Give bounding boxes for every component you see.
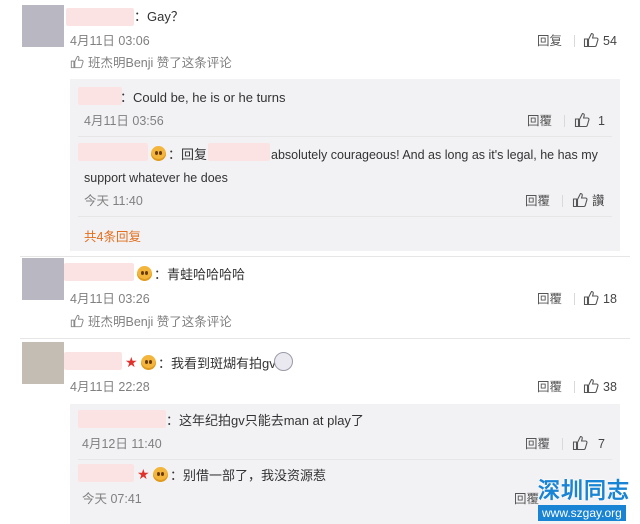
redacted-username[interactable] <box>78 143 148 161</box>
like-count: 38 <box>603 380 617 394</box>
member-star-icon: ★ <box>125 354 138 370</box>
comment-text: ：青蛙哈哈哈哈 <box>154 267 246 282</box>
comment-text: ：我看到斑煳有拍gv <box>158 356 276 371</box>
emoji-icon <box>137 266 152 281</box>
like-count: 7 <box>598 437 605 451</box>
reply-text: ：Could be, he is or he turns <box>120 90 286 105</box>
thumbs-up-icon <box>70 55 84 69</box>
avatar[interactable] <box>22 258 64 300</box>
redacted-mention[interactable] <box>208 143 270 161</box>
member-star-icon: ★ <box>137 466 150 482</box>
comment-time: 4月11日 03:06 <box>70 34 150 48</box>
more-replies-link[interactable]: 共4条回复 <box>84 229 141 245</box>
thumbs-up-icon <box>70 314 84 328</box>
reply-button[interactable]: 回覆 <box>537 379 562 395</box>
reply-button[interactable]: 回覆 <box>537 291 562 307</box>
comment-divider <box>20 338 630 339</box>
divider <box>78 216 612 217</box>
thumbs-up-icon[interactable] <box>583 32 599 48</box>
watermark-url: www.szgay.org <box>538 505 626 521</box>
divider <box>574 293 575 305</box>
reply-button[interactable]: 回覆 <box>525 193 550 209</box>
reply-time: 今天 07:41 <box>82 492 142 506</box>
reply-prefix: ：回复 <box>168 147 208 162</box>
reply-button[interactable]: 回覆 <box>514 491 539 507</box>
divider <box>78 459 612 460</box>
reply-text: ：别借一部了，我没资源惹 <box>170 468 327 483</box>
comment-text: ：Gay？ <box>134 9 184 24</box>
thumbs-up-icon[interactable] <box>583 378 599 394</box>
liked-by-text: 班杰明Benji 赞了这条评论 <box>88 56 232 70</box>
avatar[interactable] <box>22 5 64 47</box>
thumbs-up-icon[interactable] <box>572 435 588 451</box>
like-count: 18 <box>603 292 617 306</box>
redacted-username[interactable] <box>64 352 122 370</box>
redacted-username[interactable] <box>78 464 134 482</box>
like-label[interactable]: 讚 <box>592 193 605 209</box>
reply-time: 4月12日 11:40 <box>82 437 162 451</box>
comment-time: 4月11日 22:28 <box>70 380 150 394</box>
reply-button[interactable]: 回覆 <box>527 113 552 129</box>
thumbs-up-icon[interactable] <box>574 112 590 128</box>
sticker-icon <box>274 352 293 371</box>
redacted-username[interactable] <box>78 87 122 105</box>
thumbs-up-icon[interactable] <box>583 290 599 306</box>
reply-button[interactable]: 回覆 <box>525 436 550 452</box>
reply-text-continued: support whatever he does <box>84 171 228 185</box>
avatar[interactable] <box>22 342 64 384</box>
redacted-username[interactable] <box>66 8 134 26</box>
divider <box>574 35 575 47</box>
emoji-icon <box>151 146 166 161</box>
reply-time: 4月11日 03:56 <box>84 114 164 128</box>
redacted-username[interactable] <box>78 410 166 428</box>
divider <box>574 381 575 393</box>
liked-by-text: 班杰明Benji 赞了这条评论 <box>88 315 232 329</box>
redacted-username[interactable] <box>64 263 134 281</box>
like-count: 1 <box>598 114 605 128</box>
thumbs-up-icon[interactable] <box>572 192 588 208</box>
divider <box>562 195 563 207</box>
like-count: 54 <box>603 34 617 48</box>
reply-time: 今天 11:40 <box>84 194 143 208</box>
divider <box>78 136 612 137</box>
divider <box>564 115 565 127</box>
reply-text: ：这年纪拍gv只能去man at play了 <box>166 413 364 428</box>
emoji-icon <box>141 355 156 370</box>
reply-button[interactable]: 回复 <box>537 33 562 49</box>
comment-time: 4月11日 03:26 <box>70 292 150 306</box>
divider <box>562 438 563 450</box>
watermark-logo: 深圳同志 <box>538 478 631 503</box>
emoji-icon <box>153 467 168 482</box>
reply-text: absolutely courageous! And as long as it… <box>271 148 598 162</box>
comment-divider <box>20 256 630 257</box>
